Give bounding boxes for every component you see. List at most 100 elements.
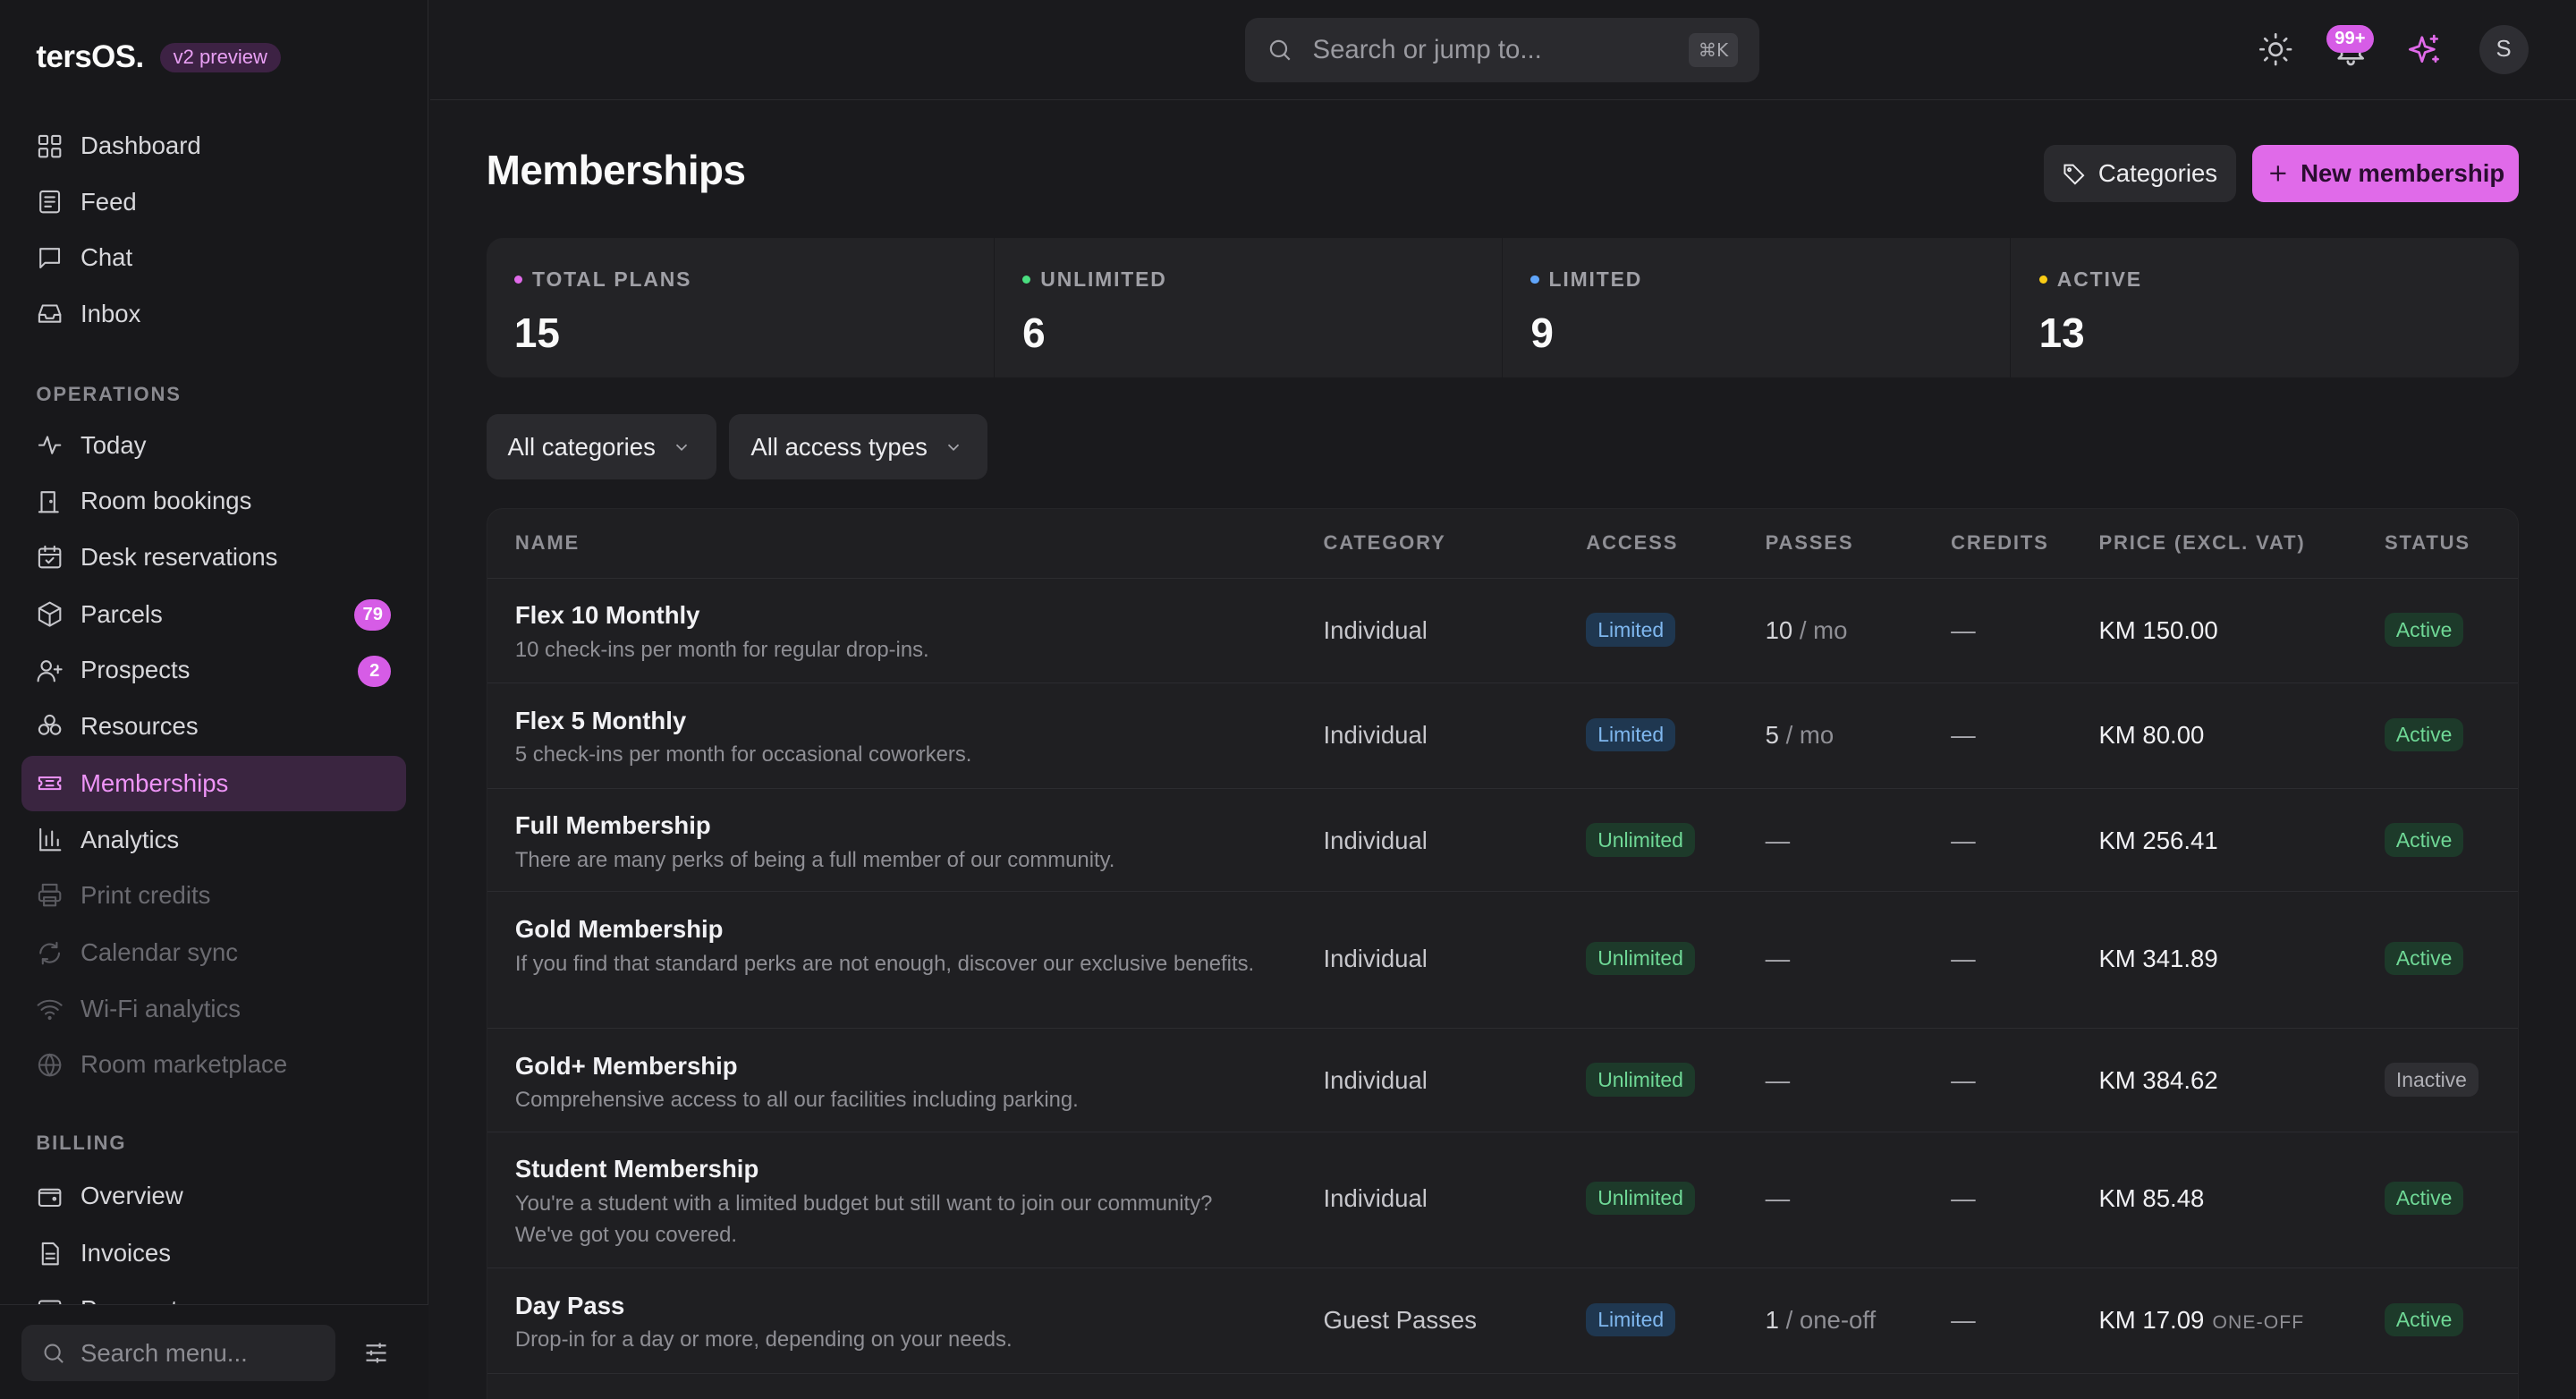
column-header-status[interactable]: STATUS [2385,531,2470,555]
calendar-check-icon [38,545,62,569]
column-header-credits[interactable]: CREDITS [1951,531,2049,555]
membership-description: Comprehensive access to all our faciliti… [514,1088,1079,1113]
avatar[interactable]: S [2479,24,2529,74]
sidebar-item-chat[interactable]: Chat [21,230,406,285]
membership-category: Individual [1323,721,1428,750]
column-header-passes[interactable]: PASSES [1766,531,1854,555]
category-filter-value: All categories [507,432,656,461]
membership-description: Drop-in for a day or more, depending on … [514,1327,1013,1352]
price-note: ONE-OFF [2212,1312,2305,1334]
sidebar-item-room-marketplace[interactable]: Room marketplace [21,1037,406,1092]
credits-value: — [1951,1184,1976,1213]
search-icon [44,1344,64,1363]
sidebar-item-analytics[interactable]: Analytics [21,811,406,867]
sidebar-item-calendar-sync[interactable]: Calendar sync [21,925,406,980]
sidebar-item-today[interactable]: Today [21,418,406,473]
table-row[interactable]: Day Pass Drop-in for a day or more, depe… [487,1268,2518,1373]
sidebar-item-label: Today [80,430,147,459]
sidebar-item-print-credits[interactable]: Print credits [21,868,406,923]
passes-unit: / mo [1785,721,1835,750]
sidebar-item-wifi-analytics[interactable]: Wi-Fi analytics [21,981,406,1037]
door-icon [38,490,60,513]
stat-value: 13 [2038,309,2085,356]
sidebar-item-desk-reservations[interactable]: Desk reservations [21,529,406,584]
sidebar-item-label: Prospects [80,656,191,684]
sidebar-item-label: Inbox [80,299,141,327]
column-header-category[interactable]: CATEGORY [1324,531,1446,555]
sidebar-item-inbox[interactable]: Inbox [21,286,406,342]
globe-icon [38,1053,62,1076]
sidebar-item-resources[interactable]: Resources [21,699,406,754]
price-amount: KM 384.62 [2098,1066,2218,1095]
sidebar-item-room-bookings[interactable]: Room bookings [21,473,406,529]
passes-value: — [1765,945,1791,973]
category-filter-dropdown[interactable]: All categories [486,413,716,480]
membership-category: Individual [1323,945,1428,973]
stat-label: LIMITED [1548,267,1643,292]
table-row[interactable]: Gold+ Membership Comprehensive access to… [487,1027,2518,1132]
wallet-icon [38,1188,62,1207]
bar-chart-icon [39,827,62,852]
brand: tersOS. v2 preview [36,39,281,75]
categories-button[interactable]: Categories [2043,144,2236,202]
stat-unlimited: UNLIMITED 6 [995,238,1504,378]
stat-label: UNLIMITED [1040,267,1167,292]
table-row[interactable]: Full Membership There are many perks of … [487,787,2518,892]
new-membership-button-label: New membership [2301,158,2505,187]
credits-value: — [1951,721,1976,750]
sidebar-settings-button[interactable] [361,1338,391,1368]
sidebar-item-feed[interactable]: Feed [21,174,406,230]
page-title: Memberships [486,147,746,194]
ai-assistant-button[interactable] [2407,31,2443,67]
sparkles-icon [2408,34,2439,63]
menu-search-input[interactable] [80,1338,327,1368]
sidebar-item-parcels[interactable]: Parcels 79 [21,587,406,642]
chat-icon [39,247,61,268]
sidebar-item-memberships[interactable]: Memberships [21,755,406,812]
new-membership-button[interactable]: New membership [2252,144,2519,202]
global-search-input[interactable] [1312,35,1674,66]
sidebar-item-label: Room marketplace [80,1050,288,1079]
price-value: KM 17.09 ONE-OFF [2098,1306,2304,1335]
column-header-name[interactable]: NAME [515,531,580,555]
chevron-down-icon [948,444,960,451]
table-row[interactable]: Flex 5 Monthly 5 check-ins per month for… [487,683,2518,788]
sidebar-item-label: Desk reservations [80,542,278,571]
sun-icon [2258,32,2292,66]
table-row[interactable] [487,1372,2518,1399]
sidebar-item-invoices[interactable]: Invoices [21,1225,406,1281]
prospects-count-badge: 2 [358,655,392,687]
access-filter-dropdown[interactable]: All access types [729,413,987,480]
sidebar-item-prospects[interactable]: Prospects 2 [21,642,406,698]
printer-icon [38,884,62,907]
parcels-count-badge: 79 [354,599,392,632]
table-row[interactable]: Gold Membership If you find that standar… [487,891,2518,1027]
sidebar-item-billing-overview[interactable]: Overview [21,1168,406,1224]
status-dot [1530,276,1539,284]
sidebar-item-dashboard[interactable]: Dashboard [21,118,406,174]
sliders-icon [366,1343,386,1363]
sidebar-item-label: Parcels [80,599,163,628]
membership-name: Full Membership [514,811,711,840]
membership-description: You're a student with a limited budget b… [514,1191,1213,1247]
column-header-price[interactable]: PRICE (EXCL. VAT) [2098,531,2305,555]
search-icon [1269,40,1291,61]
stat-label: TOTAL PLANS [532,267,692,292]
price-amount: KM 256.41 [2098,827,2218,854]
chevron-down-icon [676,444,688,451]
credits-value: — [1951,615,1976,644]
table-row[interactable]: Student Membership You're a student with… [487,1131,2518,1268]
notifications-count-badge: 99+ [2326,24,2374,53]
price-value: KM 80.00 [2098,721,2212,750]
passes-value: 10 / mo [1766,616,1848,645]
brand-name[interactable]: tersOS. [36,39,144,75]
access-filter-value: All access types [750,432,928,461]
invoice-icon [42,1242,60,1266]
column-header-access[interactable]: ACCESS [1586,531,1678,555]
theme-toggle-button[interactable] [2258,31,2293,67]
passes-count: 10 [1765,615,1793,644]
membership-description: If you find that standard perks are not … [514,951,1255,976]
credits-value: — [1951,1306,1976,1335]
table-row[interactable]: Flex 10 Monthly 10 check-ins per month f… [487,577,2518,683]
sidebar-item-label: Invoices [80,1239,172,1268]
